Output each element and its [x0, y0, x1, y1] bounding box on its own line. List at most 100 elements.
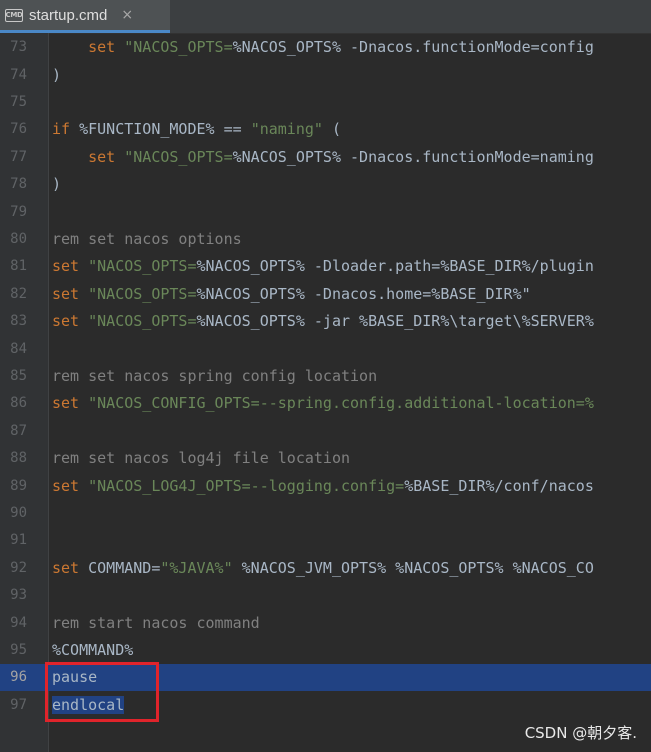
code-text: set "NACOS_OPTS=%NACOS_OPTS% -Dnacos.fun…: [52, 148, 594, 166]
cmd-file-icon: CMD: [5, 8, 23, 22]
code-token: -jar %BASE_DIR%\target\%SERVER%: [313, 312, 594, 331]
code-token: set: [52, 476, 89, 495]
line-number: 88: [10, 450, 27, 467]
code-text: rem set nacos options: [52, 230, 242, 248]
code-line[interactable]: 89 set "NACOS_LOG4J_OPTS=--logging.config…: [0, 472, 651, 499]
code-line[interactable]: 81 set "NACOS_OPTS=%NACOS_OPTS% -Dloader.…: [0, 253, 651, 280]
code-line[interactable]: 88 rem set nacos log4j file location: [0, 445, 651, 472]
code-editor[interactable]: 73 set "NACOS_OPTS=%NACOS_OPTS% -Dnacos.…: [0, 33, 651, 752]
code-line[interactable]: 79: [0, 198, 651, 225]
code-token: "NACOS_LOG4J_OPTS=--logging.config=: [88, 476, 405, 495]
annotation-highlight-box: [45, 662, 159, 722]
code-line[interactable]: 78): [0, 171, 651, 198]
line-number: 85: [10, 367, 27, 384]
code-line[interactable]: 86 set "NACOS_CONFIG_OPTS=--spring.config…: [0, 390, 651, 417]
code-text: set COMMAND="%JAVA%" %NACOS_JVM_OPTS% %N…: [52, 559, 594, 577]
tab-label: startup.cmd: [29, 6, 108, 24]
code-text: rem start nacos command: [52, 614, 260, 632]
code-text: rem set nacos log4j file location: [52, 449, 350, 467]
code-token: rem set nacos spring config location: [52, 366, 378, 385]
line-number: 92: [10, 559, 27, 576]
close-icon[interactable]: ×: [121, 7, 133, 23]
line-number: 89: [10, 477, 27, 494]
code-line[interactable]: 80 rem set nacos options: [0, 225, 651, 252]
code-token: "%JAVA%": [160, 558, 233, 577]
code-text: set "NACOS_OPTS=%NACOS_OPTS% -Dnacos.hom…: [52, 285, 531, 303]
line-number: 87: [10, 422, 27, 439]
code-token: (: [322, 120, 341, 139]
line-number: 86: [10, 395, 27, 412]
line-number: 94: [10, 614, 27, 631]
code-token: set: [88, 38, 125, 57]
code-token: %NACOS_JVM_OPTS% %NACOS_OPTS% %NACOS_CO: [232, 558, 594, 577]
line-number: 80: [10, 230, 27, 247]
code-line[interactable]: 87: [0, 417, 651, 444]
line-number: 79: [10, 203, 27, 220]
code-line[interactable]: 90: [0, 499, 651, 526]
code-text: set "NACOS_CONFIG_OPTS=--spring.config.a…: [52, 394, 594, 412]
code-text: if %FUNCTION_MODE% == "naming" (: [52, 120, 341, 138]
code-text: set "NACOS_LOG4J_OPTS=--logging.config=%…: [52, 477, 594, 495]
code-line[interactable]: 93: [0, 582, 651, 609]
line-number: 82: [10, 285, 27, 302]
code-token: rem set nacos log4j file location: [52, 449, 351, 468]
line-number: 81: [10, 258, 27, 275]
code-line[interactable]: 94 rem start nacos command: [0, 609, 651, 636]
code-token: set: [88, 147, 125, 166]
code-token: "NACOS_OPTS=: [88, 284, 197, 303]
code-token: %NACOS_OPTS%: [232, 147, 351, 166]
code-token: %NACOS_OPTS%: [196, 257, 314, 276]
code-token: ): [52, 175, 62, 194]
code-line[interactable]: 82 set "NACOS_OPTS=%NACOS_OPTS% -Dnacos.h…: [0, 280, 651, 307]
line-number: 97: [10, 696, 27, 713]
code-token: -Dloader.path=%BASE_DIR%/plugin: [313, 257, 594, 276]
code-token: -Dnacos.functionMode=config: [350, 38, 594, 57]
line-number: 91: [10, 532, 27, 549]
line-number: 90: [10, 504, 27, 521]
code-line[interactable]: 74): [0, 61, 651, 88]
code-line[interactable]: 76 if %FUNCTION_MODE% == "naming" (: [0, 116, 651, 143]
code-token: if: [52, 120, 80, 139]
line-number: 84: [10, 340, 27, 357]
code-line[interactable]: 83 set "NACOS_OPTS=%NACOS_OPTS% -jar %BAS…: [0, 308, 651, 335]
code-line[interactable]: 75: [0, 88, 651, 115]
line-number: 83: [10, 313, 27, 330]
code-token: ): [52, 65, 62, 84]
code-token: %FUNCTION_MODE% ==: [79, 120, 251, 139]
code-token: %COMMAND%: [52, 640, 134, 659]
code-token: COMMAND=: [88, 558, 161, 577]
code-text: ): [52, 175, 61, 193]
code-line[interactable]: 95 %COMMAND%: [0, 636, 651, 663]
code-text: rem set nacos spring config location: [52, 367, 377, 385]
code-line[interactable]: 92 set COMMAND="%JAVA%" %NACOS_JVM_OPTS% …: [0, 554, 651, 581]
code-token: -Dnacos.functionMode=naming: [350, 147, 594, 166]
tab-startup-cmd[interactable]: CMD startup.cmd ×: [0, 0, 170, 33]
code-token: %NACOS_OPTS%: [196, 284, 314, 303]
line-number: 78: [10, 176, 27, 193]
code-token: rem set nacos options: [52, 229, 242, 248]
code-token: "naming": [250, 120, 323, 139]
code-line[interactable]: 77 set "NACOS_OPTS=%NACOS_OPTS% -Dnacos.…: [0, 143, 651, 170]
code-line[interactable]: 91: [0, 527, 651, 554]
code-line[interactable]: 85 rem set nacos spring config location: [0, 362, 651, 389]
code-token: %NACOS_OPTS%: [232, 38, 351, 57]
editor-tab-bar: CMD startup.cmd ×: [0, 0, 651, 34]
code-token: set: [52, 558, 89, 577]
line-number: 73: [10, 39, 27, 56]
code-token: -Dnacos.home=%BASE_DIR%": [313, 284, 531, 303]
code-line[interactable]: 84: [0, 335, 651, 362]
line-number: 96: [10, 669, 27, 686]
line-number: 76: [10, 121, 27, 138]
code-text: %COMMAND%: [52, 641, 133, 659]
code-token: set: [52, 257, 89, 276]
code-token: %BASE_DIR%/conf/nacos: [404, 476, 594, 495]
code-token: "NACOS_OPTS=: [88, 257, 197, 276]
code-token: rem start nacos command: [52, 613, 260, 632]
code-text: set "NACOS_OPTS=%NACOS_OPTS% -jar %BASE_…: [52, 312, 594, 330]
code-token: set: [52, 394, 89, 413]
code-token: "NACOS_OPTS=: [88, 312, 197, 331]
code-line[interactable]: 73 set "NACOS_OPTS=%NACOS_OPTS% -Dnacos.…: [0, 34, 651, 61]
line-number: 77: [10, 148, 27, 165]
